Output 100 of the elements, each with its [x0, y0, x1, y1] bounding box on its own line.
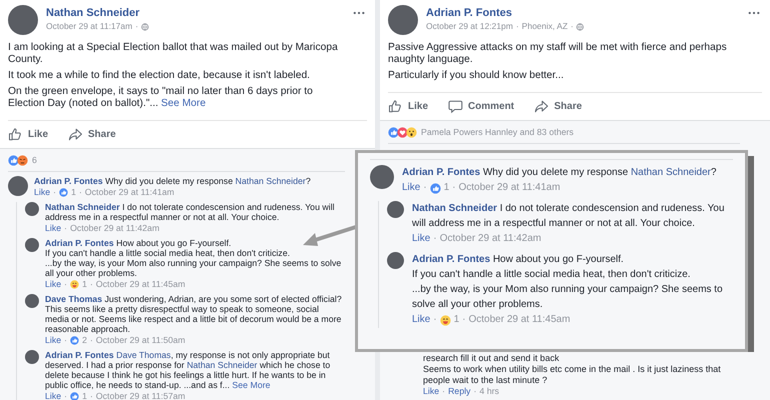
avatar[interactable]: [25, 294, 39, 308]
like-reaction-icon: [70, 336, 80, 345]
separator-dot: ·: [135, 20, 138, 33]
avatar[interactable]: [25, 238, 39, 252]
timestamp[interactable]: October 29 at 11:42am: [440, 231, 542, 247]
author-link[interactable]: Adrian P. Fontes: [402, 167, 480, 178]
separator-dot: ·: [433, 313, 437, 327]
separator-dot: ·: [462, 313, 466, 327]
see-more-link[interactable]: See More: [232, 380, 270, 390]
angry-face-icon: [17, 155, 28, 166]
author-name[interactable]: Nathan Schneider: [46, 6, 150, 20]
surprised-face-icon: [406, 127, 417, 138]
more-options-icon: [353, 11, 365, 15]
heart-reaction-icon: [397, 127, 408, 138]
like-link[interactable]: Like: [423, 386, 440, 398]
author-link[interactable]: Nathan Schneider: [412, 203, 498, 214]
separator-dot: ·: [53, 186, 56, 198]
post-text: Particularly if you should know better...: [388, 70, 565, 82]
like-button[interactable]: Like: [8, 127, 48, 142]
reaction-summary[interactable]: 6: [32, 154, 37, 168]
reaction-count: 1: [82, 390, 87, 400]
comment-text: Dave Thomas Just wondering, Adrian, are you some sort of elected official? This seems like a pretty disrespectful way to speak to someone, social media or not. Seems like respect and a little bit of decorum would be a more reasonable approach.: [45, 294, 343, 334]
avatar[interactable]: [25, 202, 39, 216]
separator-dot: ·: [90, 334, 93, 346]
reply-link[interactable]: Reply: [448, 386, 471, 398]
avatar[interactable]: [388, 5, 418, 35]
speech-bubble-icon: [448, 99, 464, 114]
author-link[interactable]: Adrian P. Fontes: [412, 254, 490, 265]
separator-dot: ·: [474, 386, 477, 398]
reaction-count: 1: [454, 313, 460, 327]
author-link[interactable]: Adrian P. Fontes: [34, 176, 103, 186]
timestamp[interactable]: October 29 at 11:57am: [96, 390, 186, 400]
mention-link[interactable]: Nathan Schneider: [235, 176, 306, 186]
share-button[interactable]: Share: [534, 99, 582, 114]
comment-text: Seems to work when utility bills etc come in the mail . Is it just laziness that people wait to the last minute ?: [423, 364, 722, 386]
mention-link[interactable]: Nathan Schneider: [630, 167, 711, 178]
reaction-summary[interactable]: Pamela Powers Hannley and 83 others: [421, 126, 574, 140]
like-link[interactable]: Like: [402, 180, 420, 196]
timestamp[interactable]: October 29 at 11:45am: [468, 312, 570, 328]
author-name[interactable]: Adrian P. Fontes: [426, 6, 584, 20]
author-link[interactable]: Adrian P. Fontes: [45, 238, 114, 248]
separator-dot: ·: [452, 181, 456, 195]
like-link[interactable]: Like: [45, 278, 62, 290]
comment-text: Nathan Schneider I do not tolerate condescension and rudeness. You will address me in a respectful manner or not at all. Your choice.: [412, 202, 726, 231]
avatar[interactable]: [387, 201, 404, 218]
like-reaction-icon: [388, 127, 399, 138]
like-link[interactable]: Like: [34, 186, 50, 198]
post-time[interactable]: October 29 at 11:17am: [46, 20, 132, 33]
timestamp[interactable]: October 29 at 11:41am: [458, 180, 560, 196]
like-reaction-icon: [8, 155, 19, 166]
see-more-link[interactable]: See More: [158, 98, 206, 109]
separator-dot: ·: [64, 278, 68, 290]
separator-dot: ·: [423, 181, 427, 195]
thumbs-up-icon: [388, 99, 403, 114]
like-link[interactable]: Like: [45, 334, 62, 346]
like-link[interactable]: Like: [412, 231, 430, 247]
separator-dot: ·: [90, 390, 93, 400]
mention-link[interactable]: Dave Thomas: [116, 350, 171, 360]
separator-dot: ·: [64, 334, 68, 346]
avatar[interactable]: [8, 176, 28, 196]
author-link[interactable]: Nathan Schneider: [45, 202, 120, 212]
share-arrow-icon: [68, 127, 84, 142]
avatar[interactable]: [370, 165, 394, 189]
reaction-count: 1: [444, 181, 450, 195]
avatar[interactable]: [25, 350, 39, 364]
location-link[interactable]: Phoenix, AZ: [522, 20, 568, 33]
like-link[interactable]: Like: [45, 222, 62, 234]
comment-text: Nathan Schneider I do not tolerate condescension and rudeness. You will address me in a respectful manner or not at all. Your choice.: [45, 202, 336, 222]
share-button[interactable]: Share: [68, 127, 116, 142]
avatar[interactable]: [387, 252, 404, 269]
reaction-count: 1: [82, 278, 87, 290]
avatar[interactable]: [8, 5, 38, 35]
reaction-count: 2: [82, 334, 87, 346]
like-link[interactable]: Like: [412, 312, 430, 328]
comment-text: Adrian P. Fontes How about you go F-yourself. If you can't handle a little social media heat, then don't criticize. ...by the way, is your Mom also running your campaign? She seems to solve all your other problems.: [412, 253, 724, 312]
like-button[interactable]: Like: [388, 99, 428, 114]
comment-text: Adrian P. Fontes Why did you delete my response Nathan Schneider?: [402, 166, 718, 180]
separator-dot: ·: [64, 222, 68, 234]
timestamp[interactable]: October 29 at 11:45am: [96, 278, 186, 290]
timestamp[interactable]: October 29 at 11:42am: [70, 222, 160, 234]
author-link[interactable]: Adrian P. Fontes: [45, 350, 114, 360]
separator-dot: ·: [64, 390, 68, 400]
post-text: Passive Aggressive attacks on my staff will be met with fierce and perhaps naughty language.: [388, 42, 728, 66]
comment-text: Adrian P. Fontes Why did you delete my response Nathan Schneider?: [34, 176, 312, 186]
thumbs-up-icon: [8, 127, 23, 142]
post-time[interactable]: October 29 at 12:21pm: [426, 20, 513, 33]
laughing-face-icon: [440, 314, 451, 326]
globe-icon: [141, 22, 150, 30]
mention-link[interactable]: Nathan Schneider: [186, 360, 258, 370]
timestamp[interactable]: October 29 at 11:41am: [84, 186, 174, 198]
timestamp[interactable]: 4 hrs: [480, 386, 500, 398]
timestamp[interactable]: October 29 at 11:50am: [96, 334, 186, 346]
comment-text: Adrian P. Fontes How about you go F-yourself. If you can't handle a little social media heat, then don't criticize. ...by the way, is your Mom also running your campaign? She seems to solve all your other problems.: [45, 238, 342, 278]
reaction-count: 1: [71, 186, 76, 198]
like-link[interactable]: Like: [45, 390, 62, 400]
comment-text: Adrian P. Fontes Dave Thomas, my response is not only appropriate but deserved. I had a prior response for Nathan Schneider which he chose to delete because I think he got his feelings a little hurt. If he wants to be in public office, he needs to stand-up. ...and as f... See More: [45, 350, 332, 390]
author-link[interactable]: Dave Thomas: [45, 294, 102, 304]
separator-dot: ·: [433, 232, 437, 246]
comment-button[interactable]: Comment: [448, 99, 514, 114]
separator-dot: ·: [90, 278, 93, 290]
